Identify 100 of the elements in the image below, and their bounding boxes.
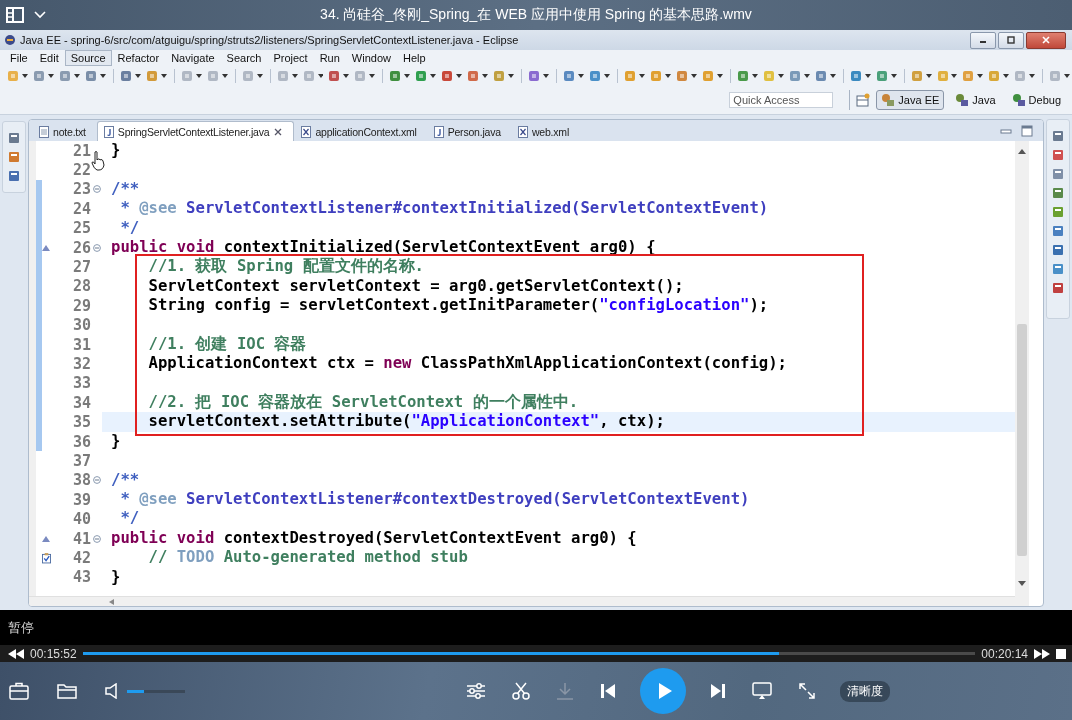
view-icon[interactable] xyxy=(1052,282,1064,294)
dropdown-arrow-icon[interactable] xyxy=(864,74,871,78)
speaker-icon[interactable] xyxy=(105,683,119,699)
dropdown-arrow-icon[interactable] xyxy=(195,74,202,78)
editor-tab[interactable]: Person.java xyxy=(427,122,511,141)
vertical-scrollbar[interactable] xyxy=(1015,141,1029,606)
perspective-button[interactable]: Debug xyxy=(1006,90,1066,110)
dropdown-arrow-icon[interactable] xyxy=(578,74,585,78)
view-icon[interactable] xyxy=(1052,225,1064,237)
tool-icon[interactable] xyxy=(118,69,133,83)
play-button[interactable] xyxy=(640,668,686,714)
progress-track[interactable] xyxy=(82,652,976,655)
dropdown-arrow-icon[interactable] xyxy=(664,74,671,78)
menu-item[interactable]: Refactor xyxy=(111,50,166,66)
view-icon[interactable] xyxy=(1052,130,1064,142)
horizontal-scrollbar[interactable] xyxy=(29,596,1015,606)
rewind-icon[interactable] xyxy=(8,648,24,659)
scroll-up-icon[interactable] xyxy=(1018,149,1026,154)
quick-access-field[interactable]: Quick Access xyxy=(729,92,834,108)
scroll-left-icon[interactable] xyxy=(109,598,115,605)
dropdown-arrow-icon[interactable] xyxy=(1003,74,1010,78)
tool-icon[interactable] xyxy=(527,69,542,83)
view-icon[interactable] xyxy=(1052,244,1064,256)
dropdown-arrow-icon[interactable] xyxy=(829,74,836,78)
view-icon[interactable] xyxy=(1052,149,1064,161)
dropdown-arrow-icon[interactable] xyxy=(716,74,723,78)
dropdown-arrow-icon[interactable] xyxy=(1029,74,1036,78)
maximize-button[interactable] xyxy=(998,31,1024,49)
dropdown-arrow-icon[interactable] xyxy=(977,74,984,78)
menu-item[interactable]: Window xyxy=(345,50,397,66)
next-icon[interactable] xyxy=(710,683,726,699)
dropdown-arrow-icon[interactable] xyxy=(404,74,411,78)
tool-icon[interactable] xyxy=(327,69,342,83)
dropdown-arrow-icon[interactable] xyxy=(604,74,610,78)
dropdown-arrow-icon[interactable] xyxy=(482,74,489,78)
stop-icon[interactable] xyxy=(1056,648,1066,659)
menu-item[interactable]: Source xyxy=(64,50,112,66)
editor-tab[interactable]: applicationContext.xml xyxy=(295,122,427,141)
previous-icon[interactable] xyxy=(600,683,616,699)
volume-slider[interactable] xyxy=(127,689,185,693)
dropdown-arrow-icon[interactable] xyxy=(160,74,167,78)
layout-icon[interactable] xyxy=(6,7,24,23)
menu-item[interactable]: Navigate xyxy=(165,50,221,66)
editor-tab[interactable]: web.xml xyxy=(511,122,580,141)
dropdown-arrow-icon[interactable] xyxy=(99,74,106,78)
dropdown-arrow-icon[interactable] xyxy=(221,74,228,78)
dropdown-arrow-icon[interactable] xyxy=(543,74,550,78)
quality-button[interactable]: 清晰度 xyxy=(840,680,890,702)
dropdown-arrow-icon[interactable] xyxy=(317,74,324,78)
dropdown-arrow-icon[interactable] xyxy=(291,74,298,78)
menu-item[interactable]: Run xyxy=(313,50,346,66)
close-button[interactable] xyxy=(1026,31,1066,49)
tool-icon[interactable] xyxy=(440,69,455,83)
dropdown-arrow-icon[interactable] xyxy=(508,74,515,78)
dropdown-arrow-icon[interactable] xyxy=(803,74,810,78)
expand-icon[interactable] xyxy=(798,682,816,700)
menu-item[interactable]: Help xyxy=(397,50,432,66)
dropdown-arrow-icon[interactable] xyxy=(73,74,80,78)
perspective-button[interactable]: Java EE xyxy=(876,90,945,110)
dropdown-arrow-icon[interactable] xyxy=(343,74,350,78)
menu-item[interactable]: Project xyxy=(267,50,314,66)
scroll-thumb[interactable] xyxy=(1017,324,1027,556)
screen-cast-icon[interactable] xyxy=(752,682,772,700)
perspective-button[interactable]: Java xyxy=(950,90,1001,110)
fast-forward-icon[interactable] xyxy=(1034,648,1050,659)
view-icon[interactable] xyxy=(8,170,20,182)
dropdown-arrow-icon[interactable] xyxy=(751,74,758,78)
dropdown-arrow-icon[interactable] xyxy=(456,74,463,78)
maximize-icon[interactable] xyxy=(1021,124,1033,137)
dropdown-arrow-icon[interactable] xyxy=(890,74,897,78)
view-icon[interactable] xyxy=(1052,206,1064,218)
dropdown-arrow-icon[interactable] xyxy=(134,74,141,78)
close-icon[interactable] xyxy=(273,126,284,137)
view-icon[interactable] xyxy=(1052,187,1064,199)
dropdown-arrow-icon[interactable] xyxy=(430,74,437,78)
open-perspective-icon[interactable] xyxy=(856,93,871,107)
dropdown-arrow-icon[interactable] xyxy=(47,74,54,78)
tool-icon[interactable] xyxy=(388,69,403,83)
minimize-button[interactable] xyxy=(970,31,996,49)
dropdown-arrow-icon[interactable] xyxy=(690,74,697,78)
view-icon[interactable] xyxy=(1052,263,1064,275)
folder-icon[interactable] xyxy=(57,683,77,699)
dropdown-arrow-icon[interactable] xyxy=(21,74,28,78)
editor-tab[interactable]: note.txt xyxy=(33,122,96,141)
dropdown-arrow-icon[interactable] xyxy=(369,74,376,78)
dropdown-arrow-icon[interactable] xyxy=(925,74,932,78)
dropdown-arrow-icon[interactable] xyxy=(256,74,263,78)
view-icon[interactable] xyxy=(8,151,20,163)
menu-item[interactable]: Search xyxy=(220,50,268,66)
dropdown-arrow-icon[interactable] xyxy=(1064,74,1071,78)
view-icon[interactable] xyxy=(8,132,20,144)
menu-item[interactable]: File xyxy=(4,50,34,66)
settings-icon[interactable] xyxy=(466,683,486,699)
scissors-icon[interactable] xyxy=(512,682,530,700)
view-icon[interactable] xyxy=(1052,168,1064,180)
dropdown-arrow-icon[interactable] xyxy=(639,74,645,78)
toolbox-icon[interactable] xyxy=(9,682,29,700)
chevron-down-icon[interactable] xyxy=(34,11,46,19)
menu-item[interactable]: Edit xyxy=(33,50,65,66)
editor-tab[interactable]: SpringServletContextListener.java xyxy=(96,121,295,141)
